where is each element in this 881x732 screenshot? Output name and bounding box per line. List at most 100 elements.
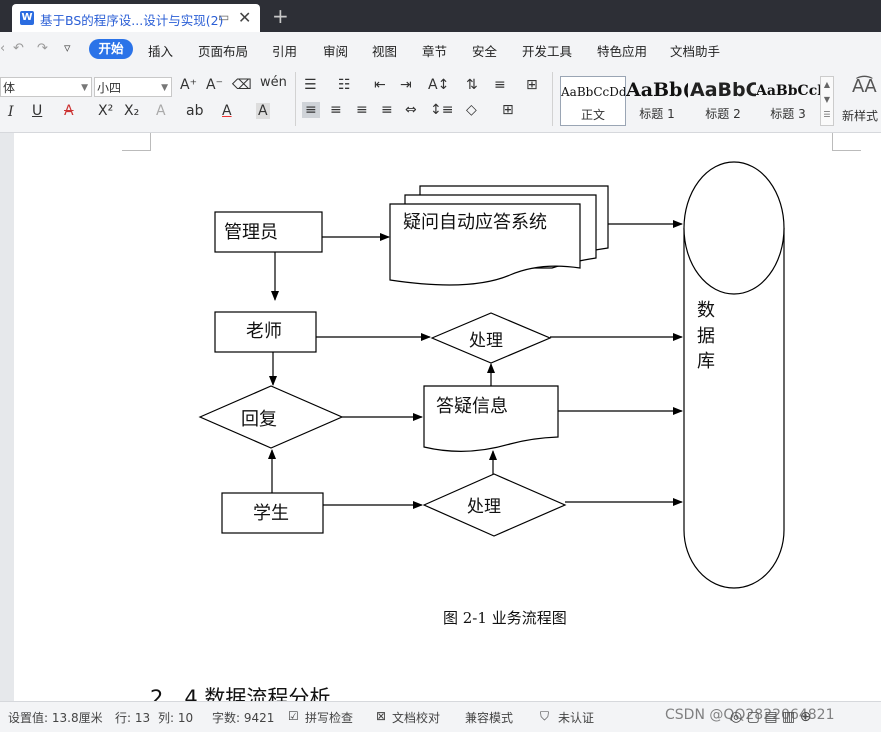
style-heading-2[interactable]: AaBbC 标题 2 — [690, 76, 756, 124]
style-sample: AaBb( — [626, 79, 688, 101]
highlight-icon[interactable]: ab — [186, 103, 203, 119]
status-wordcount[interactable]: 字数: 9421 — [212, 709, 274, 726]
menu-tab-insert[interactable]: 插入 — [148, 41, 173, 60]
process-bottom-label: 处理 — [467, 497, 501, 517]
document-tab[interactable]: W 基于BS的程序设...设计与实现(2) ▭ ✕ — [12, 4, 260, 32]
cert-status[interactable]: 未认证 — [558, 709, 594, 726]
document-page[interactable]: 管理员 疑问自动应答系统 老师 处理 回复 答疑信息 学生 处理 数 据 库 图… — [14, 133, 881, 710]
divider — [295, 72, 296, 126]
text-direction-icon[interactable]: A↕ — [428, 77, 449, 93]
distribute-icon[interactable]: ⇔ — [405, 102, 417, 118]
watermark: CSDN @QQ2822064821 — [665, 707, 835, 723]
wps-writer-icon: W — [20, 11, 34, 25]
spellcheck-icon: ☑ — [288, 709, 299, 723]
table-icon[interactable]: ⊞ — [526, 77, 538, 93]
numbered-list-icon[interactable]: ☷ — [338, 77, 351, 93]
phonetic-guide-icon[interactable]: wén — [260, 75, 287, 90]
font-name-select[interactable]: 体 ▼ — [0, 77, 92, 97]
line-spacing-icon[interactable]: ≡ — [494, 77, 506, 93]
shrink-font-icon[interactable]: A⁻ — [206, 77, 223, 93]
menu-tab-view[interactable]: 视图 — [372, 41, 397, 60]
ribbon-toolbar: 体 ▼ 小四 ▼ A⁺ A⁻ ⌫ wén I U A X² X₂ A ab A … — [0, 66, 881, 133]
superscript-icon[interactable]: X² — [98, 103, 113, 119]
font-size-select[interactable]: 小四 ▼ — [94, 77, 172, 97]
redo-icon[interactable]: ↷ — [37, 41, 48, 56]
shield-icon: ⛉ — [540, 709, 550, 723]
database-label-3: 库 — [697, 351, 715, 372]
style-heading-1[interactable]: AaBb( 标题 1 — [626, 76, 688, 124]
shading-icon[interactable]: ◇ — [466, 102, 477, 118]
tab-title: 基于BS的程序设...设计与实现(2) — [40, 13, 224, 28]
grow-font-icon[interactable]: A⁺ — [180, 77, 197, 93]
menu-tab-developer[interactable]: 开发工具 — [522, 41, 572, 60]
status-setting[interactable]: 设置值: 13.8厘米 — [8, 709, 103, 726]
menu-tab-page-layout[interactable]: 页面布局 — [198, 41, 248, 60]
new-style-button[interactable]: 新样式 — [842, 107, 878, 124]
strikethrough-icon[interactable]: A — [64, 103, 74, 119]
menu-tab-chapter[interactable]: 章节 — [422, 41, 447, 60]
customize-dropdown-icon[interactable]: ▿ — [64, 41, 71, 56]
system-label: 疑问自动应答系统 — [403, 212, 547, 233]
style-heading-3[interactable]: AaBbCcl 标题 3 — [756, 76, 820, 124]
status-bar: 设置值: 13.8厘米 行: 13 列: 10 字数: 9421 ☑ 拼写检查 … — [0, 701, 881, 732]
style-label: 正文 — [580, 108, 605, 122]
menu-tab-home[interactable]: 开始 — [89, 39, 133, 59]
teacher-label: 老师 — [246, 321, 282, 342]
menu-tab-review[interactable]: 审阅 — [323, 41, 348, 60]
new-tab-button[interactable]: + — [272, 4, 289, 28]
sort-icon[interactable]: ⇅ — [466, 77, 478, 93]
business-flowchart: 管理员 疑问自动应答系统 老师 处理 回复 答疑信息 学生 处理 数 据 库 — [198, 161, 785, 589]
font-name-value: 体 — [3, 81, 16, 95]
char-shading-icon[interactable]: A — [256, 103, 270, 119]
menu-tab-security[interactable]: 安全 — [472, 41, 497, 60]
font-color-icon[interactable]: A — [222, 103, 232, 119]
menu-tab-doc-assistant[interactable]: 文档助手 — [670, 41, 720, 60]
close-tab-icon[interactable]: ✕ — [238, 8, 251, 27]
proofread-button[interactable]: 文档校对 — [392, 709, 440, 726]
align-left-icon[interactable]: ≡ — [302, 102, 320, 118]
database-label-2: 据 — [697, 326, 715, 347]
align-center-icon[interactable]: ≡ — [330, 102, 342, 118]
title-bar: W 基于BS的程序设...设计与实现(2) ▭ ✕ + — [0, 0, 881, 32]
decrease-indent-icon[interactable]: ⇤ — [374, 77, 386, 93]
database-label-1: 数 — [697, 300, 715, 321]
process-top-label: 处理 — [469, 331, 503, 351]
spellcheck-button[interactable]: 拼写检查 — [305, 709, 353, 726]
admin-label: 管理员 — [224, 222, 278, 243]
style-sample: AaBbCcDd — [561, 85, 626, 99]
document-area: 管理员 疑问自动应答系统 老师 处理 回复 答疑信息 学生 处理 数 据 库 图… — [0, 133, 881, 710]
compat-mode: 兼容模式 — [465, 711, 514, 725]
database-top — [683, 161, 785, 295]
subscript-icon[interactable]: X₂ — [124, 103, 139, 119]
font-size-value: 小四 — [97, 81, 122, 95]
menu-tab-references[interactable]: 引用 — [272, 41, 297, 60]
text-effect-icon[interactable]: A — [156, 103, 166, 119]
chevron-down-icon: ▼ — [161, 83, 168, 93]
bullet-list-icon[interactable]: ☰ — [304, 77, 317, 93]
menu-tab-special[interactable]: 特色应用 — [597, 41, 647, 60]
style-normal[interactable]: AaBbCcDd 正文 — [560, 76, 626, 126]
reply-label: 回复 — [241, 409, 277, 430]
qa-info-label: 答疑信息 — [436, 396, 508, 417]
paragraph-spacing-icon[interactable]: ↕≡ — [430, 102, 453, 118]
underline-icon[interactable]: U — [32, 103, 42, 119]
undo-icon[interactable]: ↶ — [13, 41, 24, 56]
quick-access-left-icon[interactable]: ‹ — [0, 41, 5, 56]
new-style-icon: A͡A — [852, 76, 877, 97]
clear-format-icon[interactable]: ⌫ — [232, 77, 252, 93]
style-sample: AaBbCcl — [756, 83, 820, 99]
justify-icon[interactable]: ≡ — [381, 102, 393, 118]
student-label: 学生 — [253, 503, 289, 524]
style-sample: AaBbC — [690, 79, 756, 101]
italic-icon[interactable]: I — [8, 104, 14, 120]
align-right-icon[interactable]: ≡ — [356, 102, 368, 118]
menu-bar: ‹ ↶ ↷ ▿ 开始 插入 页面布局 引用 审阅 视图 章节 安全 开发工具 特… — [0, 32, 881, 66]
proofread-icon: ⊠ — [376, 709, 387, 723]
styles-scroll[interactable]: ▲ ▼ ☰ — [820, 76, 834, 126]
pin-icon[interactable]: ▭ — [218, 10, 229, 24]
borders-icon[interactable]: ⊞ — [502, 102, 514, 118]
chevron-down-icon: ▼ — [81, 83, 88, 93]
style-label: 标题 2 — [705, 107, 741, 121]
status-row: 行: 13 — [115, 711, 151, 725]
increase-indent-icon[interactable]: ⇥ — [400, 77, 412, 93]
